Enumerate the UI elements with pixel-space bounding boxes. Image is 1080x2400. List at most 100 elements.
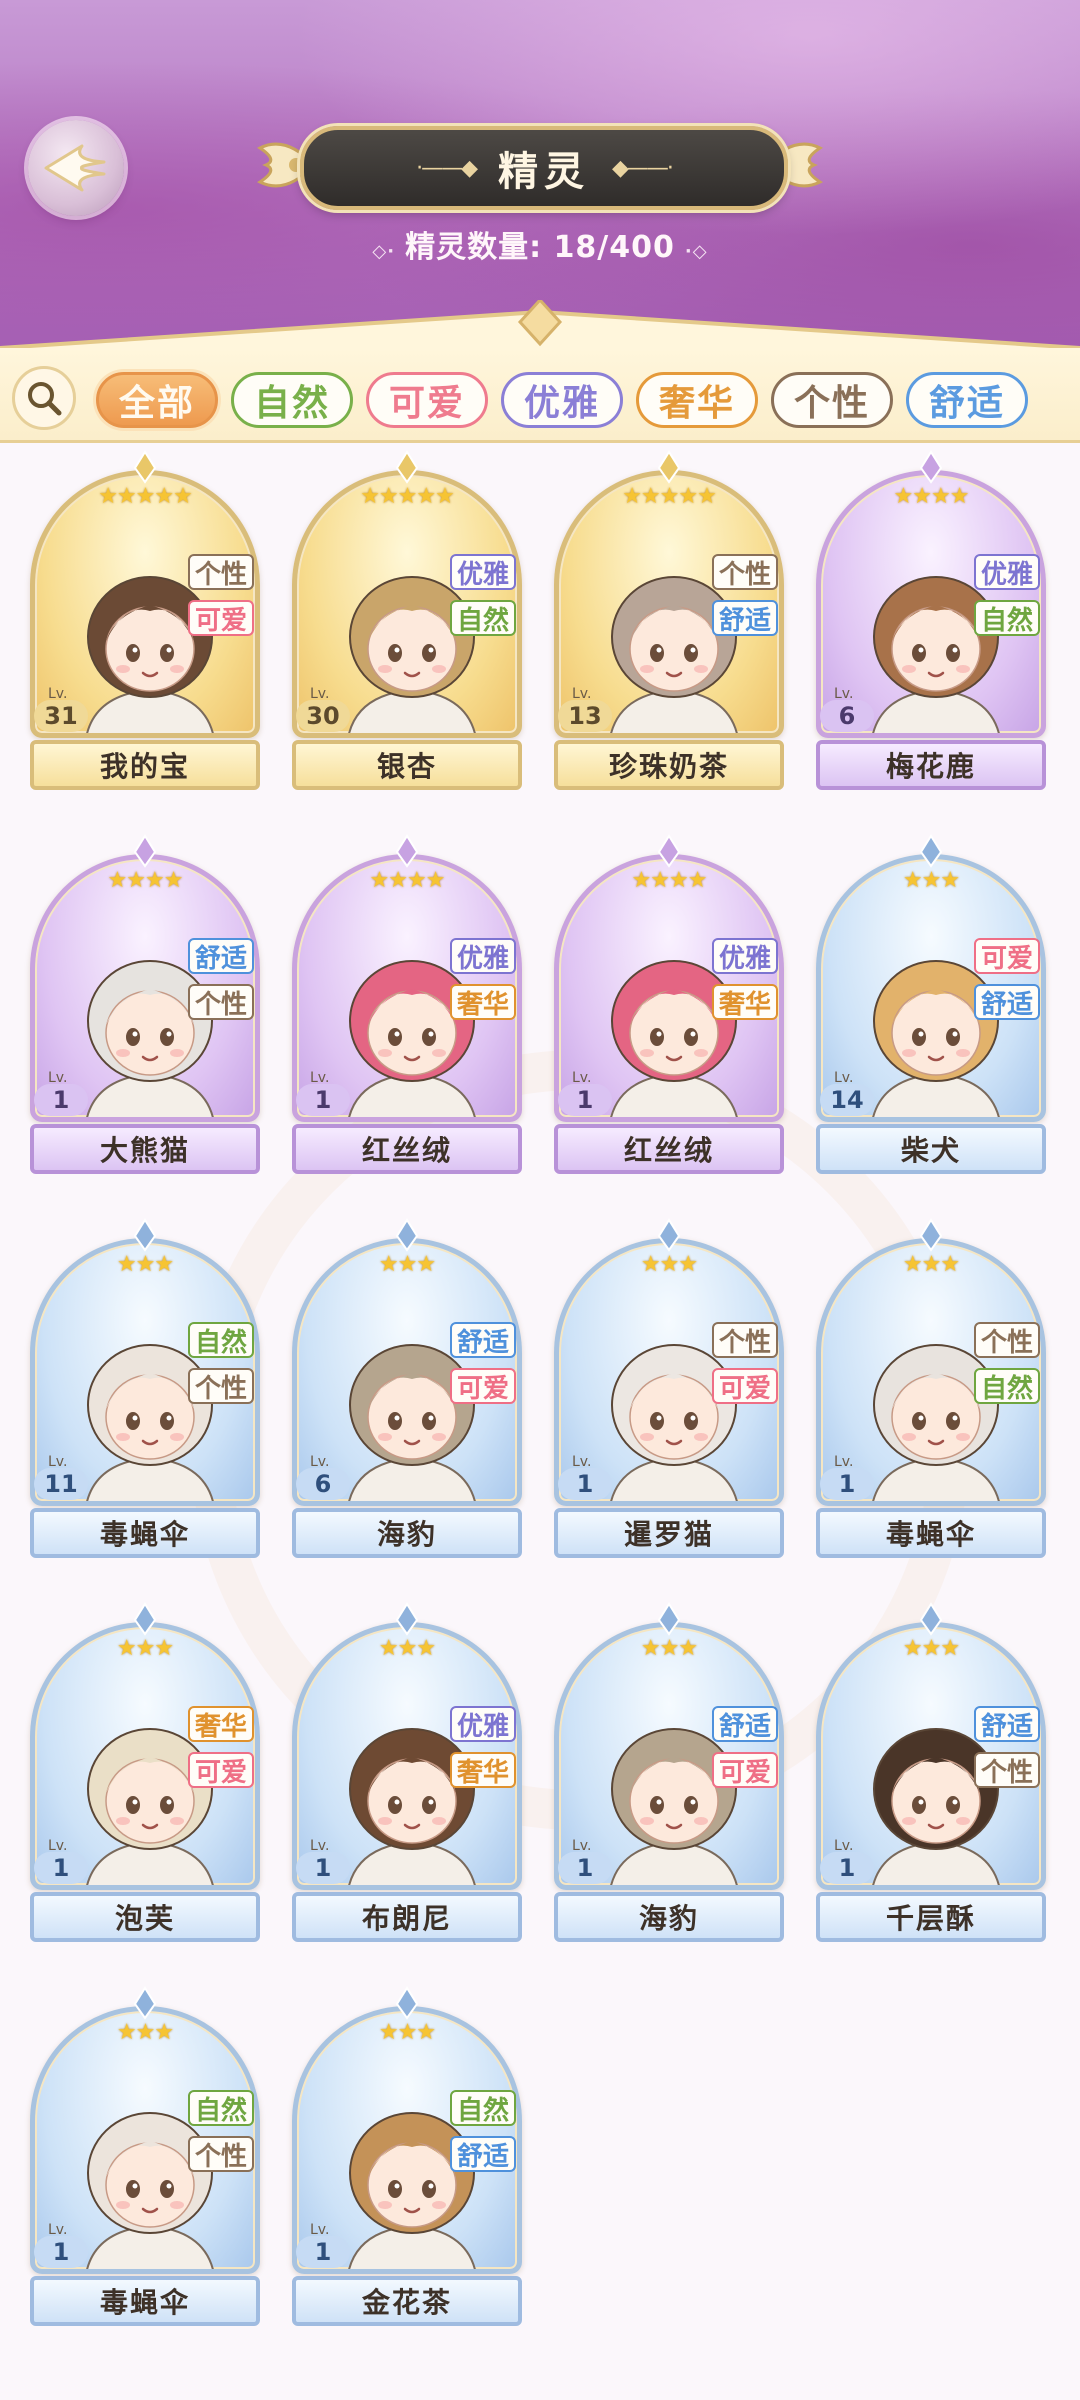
level-value: 1: [296, 1084, 350, 1116]
spirit-name: 泡芙: [30, 1892, 260, 1942]
filter-tab-1[interactable]: 自然: [231, 372, 353, 428]
trait-tag: 可爱: [712, 1752, 778, 1788]
spirit-card[interactable]: ★★★★ 优雅 奢华 Lv. 1 红丝绒: [554, 834, 784, 1174]
trait-tag: 自然: [188, 1322, 254, 1358]
star-rating: ★★★★★: [622, 484, 717, 509]
trait-tag: 个性: [188, 554, 254, 590]
page-title: 精灵: [498, 149, 590, 195]
level-badge: Lv. 31: [34, 686, 88, 732]
spirit-card[interactable]: ★★★★ 舒适 个性 Lv. 1 大熊猫: [30, 834, 260, 1174]
trait-tag: 优雅: [450, 938, 516, 974]
level-value: 6: [296, 1468, 350, 1500]
level-value: 31: [34, 700, 88, 732]
trait-tag: 个性: [974, 1322, 1040, 1358]
level-badge: Lv. 1: [296, 1838, 350, 1884]
spirit-card[interactable]: ★★★ 自然 舒适 Lv. 1 金花茶: [292, 1986, 522, 2326]
level-value: 14: [820, 1084, 874, 1116]
spirit-card[interactable]: ★★★★ 优雅 奢华 Lv. 1 红丝绒: [292, 834, 522, 1174]
trait-tag: 个性: [188, 1368, 254, 1404]
level-badge: Lv. 13: [558, 686, 612, 732]
filter-tab-2[interactable]: 可爱: [366, 372, 488, 428]
trait-tag: 可爱: [974, 938, 1040, 974]
spirit-card[interactable]: ★★★ 自然 个性 Lv. 1 毒蝇伞: [30, 1986, 260, 2326]
spirit-card[interactable]: ★★★ 舒适 可爱 Lv. 1 海豹: [554, 1602, 784, 1942]
spirit-name: 海豹: [292, 1508, 522, 1558]
trait-tag: 自然: [974, 600, 1040, 636]
trait-tag: 可爱: [450, 1368, 516, 1404]
back-button[interactable]: [28, 120, 124, 216]
level-value: 1: [34, 1852, 88, 1884]
count-ornament-right: ·◇: [684, 241, 708, 262]
spirit-card[interactable]: ★★★ 优雅 奢华 Lv. 1 布朗尼: [292, 1602, 522, 1942]
spirit-card[interactable]: ★★★ 个性 自然 Lv. 1 毒蝇伞: [816, 1218, 1046, 1558]
trait-tag: 优雅: [450, 554, 516, 590]
spirit-card[interactable]: ★★★ 奢华 可爱 Lv. 1 泡芙: [30, 1602, 260, 1942]
spirit-card[interactable]: ★★★★★ 优雅 自然 Lv. 30 银杏: [292, 450, 522, 790]
spirit-name: 我的宝: [30, 740, 260, 790]
trait-tag: 可爱: [188, 600, 254, 636]
trait-tag: 舒适: [712, 1706, 778, 1742]
frame-crown-icon: [395, 1986, 419, 2020]
spirit-card[interactable]: ★★★ 舒适 可爱 Lv. 6 海豹: [292, 1218, 522, 1558]
spirit-card[interactable]: ★★★ 个性 可爱 Lv. 1 暹罗猫: [554, 1218, 784, 1558]
trait-tag: 奢华: [712, 984, 778, 1020]
frame-crown-icon: [657, 1218, 681, 1252]
trait-tag: 个性: [712, 554, 778, 590]
level-badge: Lv. 1: [34, 1070, 88, 1116]
level-badge: Lv. 1: [34, 2222, 88, 2268]
star-rating: ★★★: [640, 1636, 698, 1661]
frame-crown-icon: [133, 834, 157, 868]
spirit-count-label: 精灵数量: [405, 230, 530, 265]
trait-tag: 舒适: [974, 1706, 1040, 1742]
filter-tab-6[interactable]: 舒适: [906, 372, 1028, 428]
title-deco-right: ◆——·: [612, 155, 674, 181]
spirit-card[interactable]: ★★★★ 优雅 自然 Lv. 6 梅花鹿: [816, 450, 1046, 790]
filter-tab-4[interactable]: 奢华: [636, 372, 758, 428]
level-value: 11: [34, 1468, 88, 1500]
frame-crown-icon: [919, 450, 943, 484]
frame-crown-icon: [919, 1218, 943, 1252]
level-badge: Lv. 14: [820, 1070, 874, 1116]
spirit-card[interactable]: ★★★ 自然 个性 Lv. 11 毒蝇伞: [30, 1218, 260, 1558]
filter-tab-5[interactable]: 个性: [771, 372, 893, 428]
level-value: 1: [34, 1084, 88, 1116]
star-rating: ★★★★★: [360, 484, 455, 509]
star-rating: ★★★: [116, 1252, 174, 1277]
spirit-card[interactable]: ★★★ 舒适 个性 Lv. 1 千层酥: [816, 1602, 1046, 1942]
level-value: 1: [296, 1852, 350, 1884]
level-value: 30: [296, 700, 350, 732]
spirit-card[interactable]: ★★★ 可爱 舒适 Lv. 14 柴犬: [816, 834, 1046, 1174]
trait-tag: 优雅: [974, 554, 1040, 590]
trait-tag: 奢华: [450, 1752, 516, 1788]
search-icon: [28, 382, 62, 416]
star-rating: ★★★: [378, 1636, 436, 1661]
trait-tag: 个性: [974, 1752, 1040, 1788]
spirit-card[interactable]: ★★★★★ 个性舒适 Lv. 13 珍珠奶茶: [554, 450, 784, 790]
spirit-name: 布朗尼: [292, 1892, 522, 1942]
trait-tag: 个性: [712, 1322, 778, 1358]
level-badge: Lv. 1: [820, 1838, 874, 1884]
spirit-name: 梅花鹿: [816, 740, 1046, 790]
star-rating: ★★★★: [107, 868, 184, 893]
spirit-name: 金花茶: [292, 2276, 522, 2326]
search-button[interactable]: [12, 366, 76, 430]
spirit-name: 千层酥: [816, 1892, 1046, 1942]
level-badge: Lv. 1: [296, 1070, 350, 1116]
level-value: 1: [820, 1468, 874, 1500]
spirit-name: 毒蝇伞: [30, 2276, 260, 2326]
level-badge: Lv. 1: [558, 1838, 612, 1884]
frame-crown-icon: [395, 1602, 419, 1636]
trait-tag: 自然: [450, 600, 516, 636]
star-rating: ★★★: [116, 1636, 174, 1661]
spirit-card[interactable]: ★★★★★ 个性 可爱 Lv. 31 我的宝: [30, 450, 260, 790]
spirit-name: 珍珠奶茶: [554, 740, 784, 790]
title-banner: ·——◆ 精灵 ◆——·: [300, 126, 788, 210]
star-rating: ★★★: [902, 868, 960, 893]
trait-tag: 舒适: [712, 600, 778, 636]
filter-tab-3[interactable]: 优雅: [501, 372, 623, 428]
filter-tab-0[interactable]: 全部: [96, 372, 218, 428]
filter-bar: 全部 自然 可爱 优雅 奢华 个性 舒适: [0, 348, 1080, 443]
spirit-name: 暹罗猫: [554, 1508, 784, 1558]
spirit-name: 大熊猫: [30, 1124, 260, 1174]
level-badge: Lv. 1: [34, 1838, 88, 1884]
